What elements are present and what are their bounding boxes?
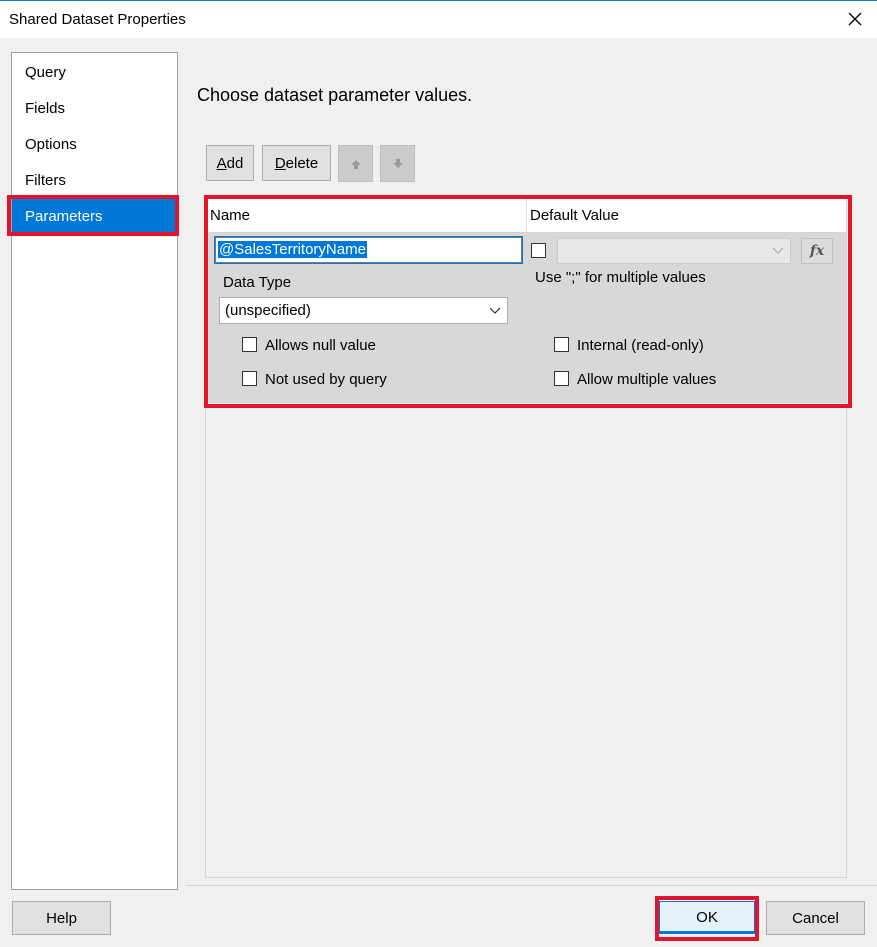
move-down-button[interactable]: [380, 145, 415, 182]
nav-item-filters[interactable]: Filters: [12, 163, 177, 199]
chevron-down-icon: [772, 247, 784, 254]
internal-label: Internal (read-only): [577, 337, 704, 354]
parameter-grid: Name Default Value @SalesTerritoryName D…: [205, 198, 847, 878]
ok-label: OK: [696, 909, 718, 926]
help-button[interactable]: Help: [12, 901, 111, 935]
nav-item-options[interactable]: Options: [12, 127, 177, 163]
allows-null-checkbox[interactable]: [242, 337, 257, 352]
move-up-button[interactable]: [338, 145, 373, 182]
delete-button[interactable]: Delete: [262, 145, 331, 181]
add-mnemonic: A: [216, 154, 227, 172]
nav-item-query[interactable]: Query: [12, 55, 177, 91]
default-value-select[interactable]: [557, 238, 791, 264]
close-icon: [848, 12, 862, 26]
column-divider: [526, 199, 527, 232]
nav-item-parameters[interactable]: Parameters: [12, 199, 177, 235]
grid-header: Name Default Value: [206, 199, 846, 233]
add-label: dd: [226, 154, 244, 172]
help-label: Help: [46, 909, 77, 927]
ok-focus-indicator: [659, 931, 755, 933]
multi-value-hint: Use ";" for multiple values: [535, 269, 706, 286]
allows-null-label: Allows null value: [265, 337, 376, 354]
data-type-value: (unspecified): [225, 302, 311, 319]
cancel-button[interactable]: Cancel: [766, 901, 865, 935]
allow-multiple-label: Allow multiple values: [577, 371, 717, 388]
column-header-name: Name: [210, 207, 251, 224]
arrow-down-icon: [392, 158, 403, 168]
expression-button[interactable]: fx: [801, 238, 833, 264]
chevron-down-icon: [489, 307, 501, 314]
fx-icon: fx: [809, 243, 825, 259]
cancel-label: Cancel: [792, 909, 839, 927]
nav-item-label: Parameters: [25, 208, 103, 225]
not-used-by-query-checkbox[interactable]: [242, 371, 257, 386]
internal-checkbox[interactable]: [554, 337, 569, 352]
arrow-up-icon: [350, 159, 361, 169]
nav-item-label: Options: [25, 136, 77, 153]
footer-divider: [186, 885, 877, 886]
page-heading: Choose dataset parameter values.: [197, 85, 473, 105]
not-used-by-query-label: Not used by query: [265, 371, 387, 388]
ok-button[interactable]: OK: [659, 901, 755, 934]
nav-item-fields[interactable]: Fields: [12, 91, 177, 127]
nav-item-label: Fields: [25, 100, 66, 117]
nav-panel: Query Fields Options Filters Parameters: [11, 52, 178, 890]
delete-label: elete: [285, 154, 319, 172]
delete-mnemonic: D: [274, 154, 286, 172]
default-value-checkbox[interactable]: [531, 243, 546, 258]
add-button[interactable]: Add: [206, 145, 254, 181]
parameter-name-value: @SalesTerritoryName: [218, 241, 367, 258]
allow-multiple-checkbox[interactable]: [554, 371, 569, 386]
data-type-label: Data Type: [223, 274, 292, 291]
column-header-default-value: Default Value: [530, 207, 619, 224]
parameter-row: @SalesTerritoryName Data Type (unspecifi…: [206, 233, 846, 403]
nav-item-label: Query: [25, 64, 66, 81]
nav-item-label: Filters: [25, 172, 66, 189]
parameter-name-input[interactable]: @SalesTerritoryName: [214, 236, 523, 264]
data-type-select[interactable]: (unspecified): [219, 297, 508, 324]
title-bar: Shared Dataset Properties: [0, 0, 877, 38]
close-button[interactable]: [843, 7, 867, 31]
window-title: Shared Dataset Properties: [9, 11, 186, 28]
